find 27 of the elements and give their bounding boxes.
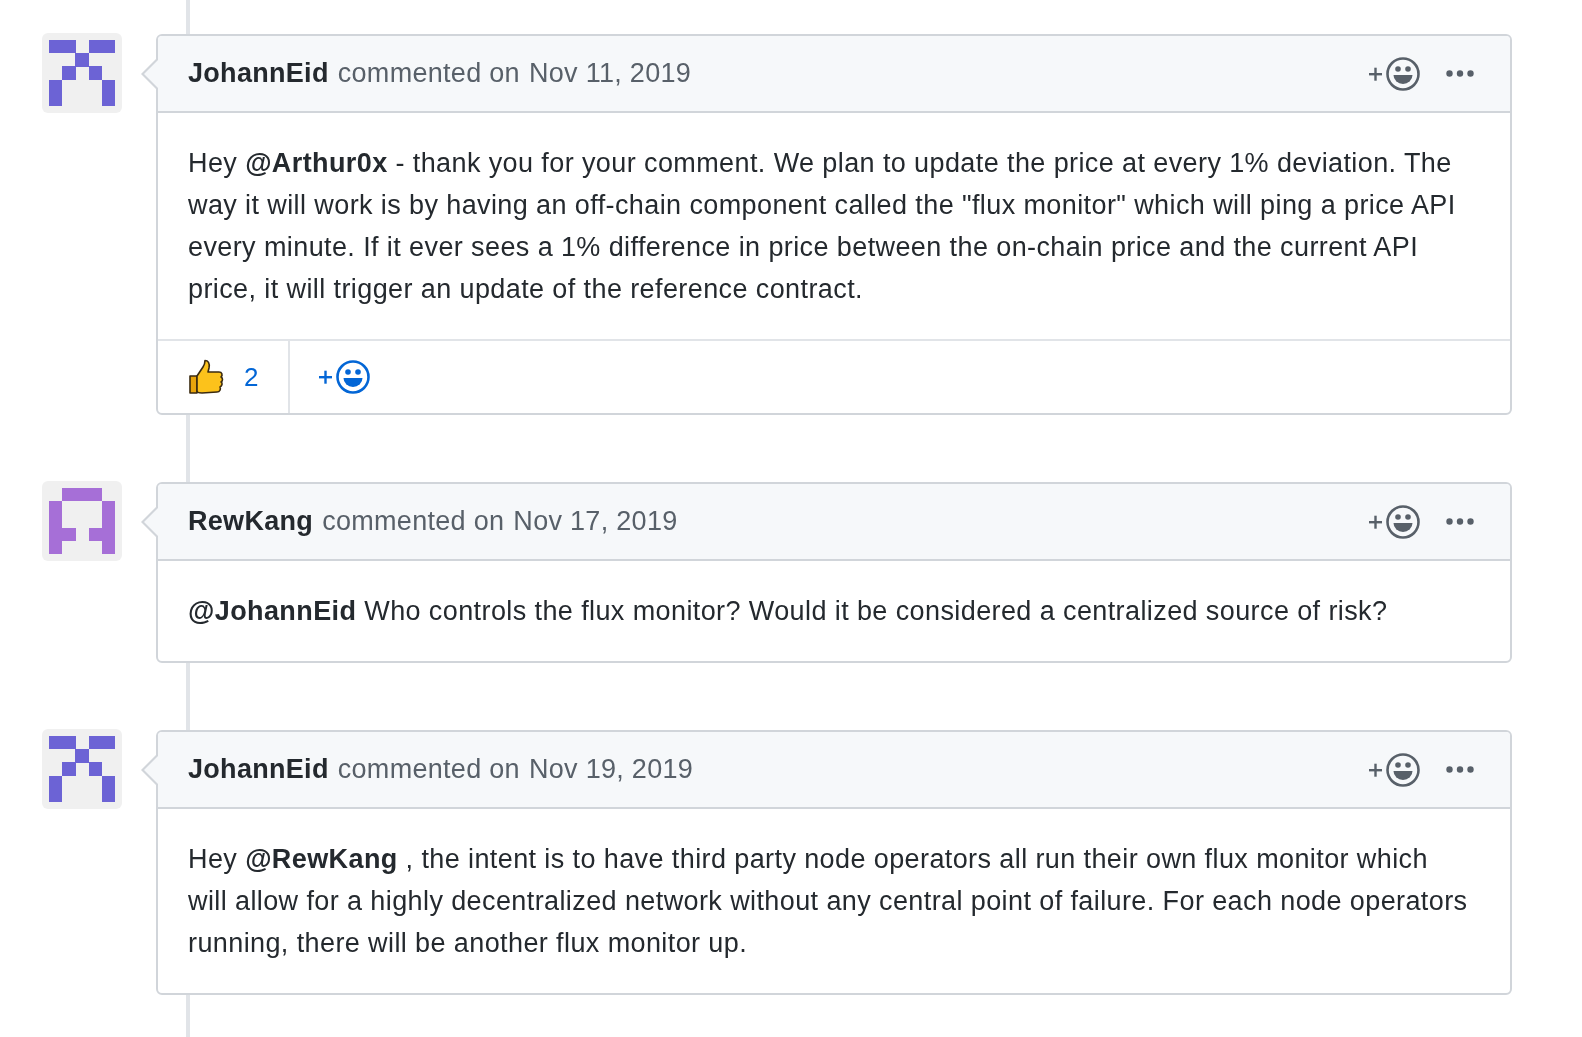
comment-action: commented on: [337, 58, 520, 89]
add-reaction-button[interactable]: [1368, 752, 1420, 787]
comment-body: Hey @RewKang , the intent is to have third party node operators all run their own flux monitor which will allow for a highly decentralized network without any central point of failure. For each node operators running, there will be another flux monitor up.: [187, 843, 1469, 960]
add-reaction-button[interactable]: [1368, 504, 1420, 539]
date-link[interactable]: Nov 17, 2019: [513, 506, 678, 537]
comment-action: commented on: [337, 754, 520, 785]
more-options-button[interactable]: [1446, 70, 1474, 77]
smiley-plus-icon: [1368, 56, 1420, 91]
comment-action: commented on: [322, 506, 505, 537]
ellipsis-icon: [1446, 766, 1474, 773]
more-options-button[interactable]: [1446, 766, 1474, 773]
comment-body: Hey @Arthur0x - thank you for your comment. We plan to update the price at every 1% deviation. The way it will work is by having an off-chain component called the "flux monitor" which will ping a price API every minute. If it ever sees a 1% difference in price between the on-chain price and the current API price, it will trigger an update of the reference contract.: [187, 147, 1457, 306]
reaction-button[interactable]: 2: [158, 341, 291, 413]
smiley-plus-icon: [1368, 752, 1420, 787]
date-link[interactable]: Nov 11, 2019: [528, 58, 692, 89]
more-options-button[interactable]: [1446, 518, 1474, 525]
author-link[interactable]: JohannEid: [188, 754, 329, 785]
smiley-plus-icon: [1368, 504, 1420, 539]
smiley-plus-icon: [318, 360, 371, 394]
ellipsis-icon: [1446, 518, 1474, 525]
thumbs-up-icon: [188, 359, 224, 395]
add-reaction-button[interactable]: [1368, 56, 1420, 91]
author-link[interactable]: JohannEid: [188, 58, 329, 89]
date-link[interactable]: Nov 19, 2019: [528, 754, 694, 785]
author-link[interactable]: RewKang: [188, 506, 314, 537]
comment-body: @JohannEid Who controls the flux monitor? Would it be considered a centralized source of risk?: [187, 595, 1389, 628]
ellipsis-icon: [1446, 70, 1474, 77]
